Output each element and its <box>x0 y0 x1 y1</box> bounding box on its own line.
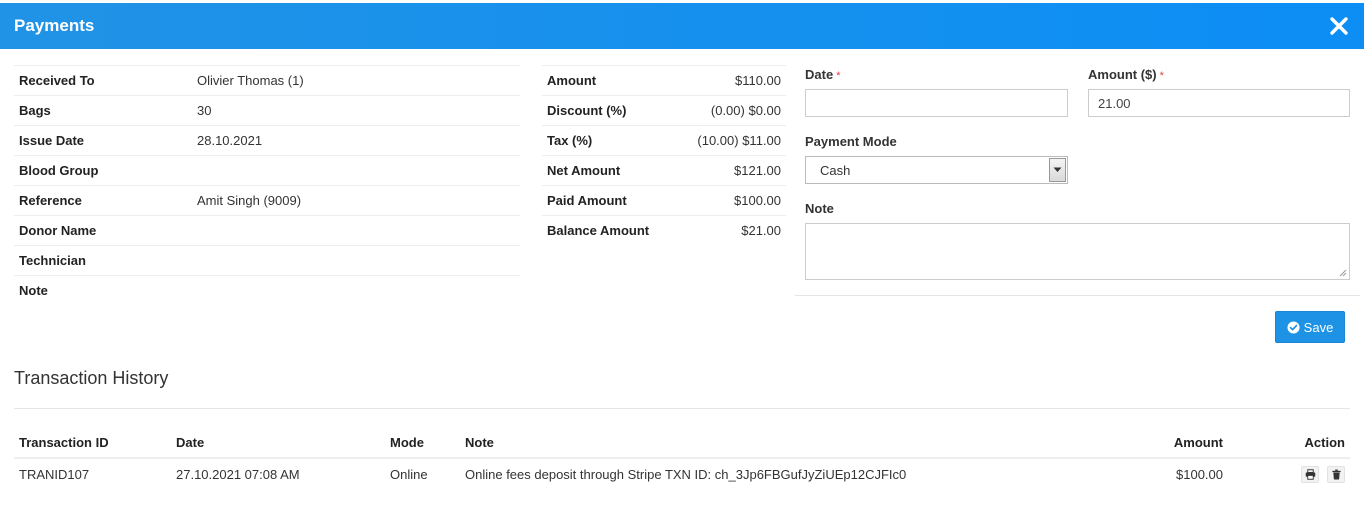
transaction-id: TRANID107 <box>19 466 90 482</box>
delete-button[interactable] <box>1327 465 1345 483</box>
detail-row: Issue Date 28.10.2021 <box>14 125 520 156</box>
detail-value <box>192 275 520 306</box>
payment-mode-value: Cash <box>820 162 851 178</box>
detail-label: Technician <box>14 245 192 276</box>
transaction-note: Online fees deposit through Stripe TXN I… <box>465 466 907 482</box>
column-header: Note <box>460 428 1108 459</box>
detail-value <box>192 245 520 276</box>
modal-header: Payments <box>0 3 1364 49</box>
payment-mode-label: Payment Mode <box>805 134 897 149</box>
detail-label: Blood Group <box>14 155 192 186</box>
amount-value: $100.00 <box>674 185 786 216</box>
amount-label: Net Amount <box>542 155 675 186</box>
detail-value: Amit Singh (9009) <box>192 185 520 216</box>
check-circle-icon <box>1287 320 1300 334</box>
amount-label: Amount <box>542 65 675 96</box>
date-input[interactable] <box>805 89 1068 117</box>
save-button[interactable]: Save <box>1275 311 1345 343</box>
detail-label: Note <box>14 275 192 306</box>
detail-label: Donor Name <box>14 215 192 246</box>
date-label-text: Date <box>805 67 834 82</box>
amount-row: Tax (%) (10.00) $11.00 <box>542 125 786 156</box>
column-header: Mode <box>385 428 460 459</box>
column-header: Action <box>1228 428 1350 459</box>
amount-row: Paid Amount $100.00 <box>542 185 786 216</box>
note-textarea[interactable] <box>805 223 1350 280</box>
amount-label: Amount ($) * <box>1088 67 1164 82</box>
amount-value: $110.00 <box>674 65 786 96</box>
chevron-down-icon[interactable] <box>1049 158 1066 182</box>
amount-summary-table: Amount $110.00 Discount (%) (0.00) $0.00 T… <box>542 65 786 246</box>
detail-label: Issue Date <box>14 125 192 156</box>
column-header: Transaction ID <box>14 428 171 459</box>
note-label: Note <box>805 201 834 216</box>
amount-value: (0.00) $0.00 <box>674 95 786 126</box>
detail-value <box>192 215 520 246</box>
detail-row: Received To Olivier Thomas (1) <box>14 65 520 96</box>
date-label: Date * <box>805 67 840 82</box>
print-icon <box>1305 468 1316 480</box>
amount-label: Tax (%) <box>542 125 675 156</box>
transaction-date: 27.10.2021 07:08 AM <box>176 466 300 482</box>
detail-row: Donor Name <box>14 215 520 246</box>
column-header: Date <box>171 428 385 459</box>
close-button[interactable] <box>1328 15 1350 37</box>
amount-label: Discount (%) <box>542 95 675 126</box>
amount-label-text: Amount ($) <box>1088 67 1157 82</box>
required-mark: * <box>836 70 841 82</box>
section-divider <box>14 408 1350 409</box>
detail-row: Reference Amit Singh (9009) <box>14 185 520 216</box>
amount-row: Amount $110.00 <box>542 65 786 96</box>
detail-row: Blood Group <box>14 155 520 186</box>
close-icon <box>1330 17 1348 35</box>
transaction-table: Transaction ID Date Mode Note Amount Act… <box>14 428 1350 489</box>
section-title: Transaction History <box>14 368 169 388</box>
amount-value: $121.00 <box>674 155 786 186</box>
modal-title: Payments <box>14 16 95 35</box>
detail-label: Received To <box>14 65 192 96</box>
transaction-amount: $100.00 <box>1176 466 1223 482</box>
amount-row: Balance Amount $21.00 <box>542 215 786 246</box>
transaction-mode: Online <box>390 466 428 482</box>
transaction-actions <box>1228 458 1350 489</box>
detail-value: 28.10.2021 <box>192 125 520 156</box>
amount-value: $21.00 <box>674 215 786 246</box>
required-mark: * <box>1159 70 1164 82</box>
detail-value: Olivier Thomas (1) <box>192 65 520 96</box>
table-row: TRANID107 27.10.2021 07:08 AM Online Onl… <box>14 458 1350 489</box>
form-divider <box>795 295 1360 296</box>
trash-icon <box>1331 469 1341 479</box>
resize-grip-icon[interactable] <box>1339 269 1347 277</box>
detail-value <box>192 155 520 186</box>
issue-details-table: Received To Olivier Thomas (1) Bags 30 Iss… <box>14 65 520 306</box>
amount-label: Paid Amount <box>542 185 675 216</box>
save-label: Save <box>1303 319 1334 335</box>
amount-label: Balance Amount <box>542 215 675 246</box>
amount-row: Discount (%) (0.00) $0.00 <box>542 95 786 126</box>
detail-value: 30 <box>192 95 520 126</box>
detail-label: Reference <box>14 185 192 216</box>
amount-input[interactable] <box>1088 89 1350 117</box>
detail-row: Bags 30 <box>14 95 520 126</box>
print-button[interactable] <box>1301 465 1320 483</box>
column-header: Amount <box>1108 428 1228 459</box>
payment-mode-select[interactable]: Cash <box>805 156 1068 184</box>
detail-row: Technician <box>14 245 520 276</box>
amount-row: Net Amount $121.00 <box>542 155 786 186</box>
detail-row: Note <box>14 275 520 306</box>
amount-value: (10.00) $11.00 <box>674 125 786 156</box>
detail-label: Bags <box>14 95 192 126</box>
table-header-row: Transaction ID Date Mode Note Amount Act… <box>14 428 1350 459</box>
